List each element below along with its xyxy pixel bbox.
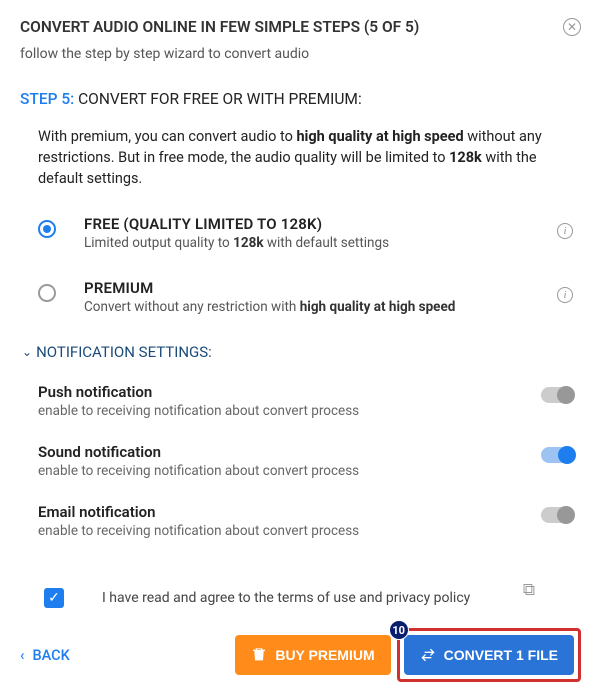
notif-email-desc: enable to receiving notification about c…: [38, 523, 541, 539]
step-heading: STEP 5: CONVERT FOR FREE OR WITH PREMIUM…: [20, 90, 581, 108]
notif-email-row: Email notification enable to receiving n…: [38, 503, 573, 539]
bag-icon: [251, 647, 267, 663]
info-icon[interactable]: i: [557, 287, 573, 303]
buy-premium-button[interactable]: BUY PREMIUM: [235, 635, 390, 675]
radio-free[interactable]: [38, 220, 56, 238]
info-icon[interactable]: i: [557, 223, 573, 239]
step-number: STEP 5:: [20, 90, 74, 108]
notif-sound-row: Sound notification enable to receiving n…: [38, 443, 573, 479]
scroll-area[interactable]: With premium, you can convert audio to h…: [20, 126, 581, 574]
agree-checkbox[interactable]: ✓: [44, 588, 64, 608]
convert-highlight: 10 CONVERT 1 FILE: [397, 628, 581, 682]
swap-icon: [420, 647, 436, 663]
notif-sound-title: Sound notification: [38, 443, 541, 461]
footer: ‹ BACK BUY PREMIUM 10 CONVERT 1 FILE: [20, 628, 581, 682]
agree-text: I have read and agree to the terms of us…: [102, 590, 470, 606]
close-icon: ✕: [567, 21, 577, 33]
option-free[interactable]: FREE (QUALITY LIMITED TO 128K) Limited o…: [38, 215, 573, 251]
notif-push-title: Push notification: [38, 383, 541, 401]
chevron-down-icon: ⌄: [22, 345, 32, 359]
notif-push-row: Push notification enable to receiving no…: [38, 383, 573, 419]
step-badge: 10: [389, 620, 409, 640]
intro-text: With premium, you can convert audio to h…: [38, 126, 573, 189]
close-button[interactable]: ✕: [563, 18, 581, 36]
external-link-icon[interactable]: ⧉: [523, 580, 535, 600]
toggle-sound[interactable]: [541, 447, 573, 463]
option-premium[interactable]: PREMIUM Convert without any restriction …: [38, 279, 573, 315]
notif-sound-desc: enable to receiving notification about c…: [38, 463, 541, 479]
option-premium-desc: Convert without any restriction with hig…: [84, 299, 529, 315]
notif-push-desc: enable to receiving notification about c…: [38, 403, 541, 419]
wizard-modal: ✕ CONVERT AUDIO ONLINE IN FEW SIMPLE STE…: [0, 0, 601, 698]
option-free-title: FREE (QUALITY LIMITED TO 128K): [84, 215, 529, 233]
radio-premium[interactable]: [38, 284, 56, 302]
modal-title: CONVERT AUDIO ONLINE IN FEW SIMPLE STEPS…: [20, 18, 581, 36]
option-premium-title: PREMIUM: [84, 279, 529, 297]
notif-email-title: Email notification: [38, 503, 541, 521]
agree-row: ✓ I have read and agree to the terms of …: [44, 588, 581, 608]
chevron-left-icon: ‹: [20, 647, 24, 664]
option-free-desc: Limited output quality to 128k with defa…: [84, 235, 529, 251]
toggle-email[interactable]: [541, 507, 573, 523]
toggle-push[interactable]: [541, 387, 573, 403]
convert-button[interactable]: CONVERT 1 FILE: [404, 635, 574, 675]
back-button[interactable]: ‹ BACK: [20, 647, 70, 664]
step-title: CONVERT FOR FREE OR WITH PREMIUM:: [74, 90, 361, 108]
modal-subtitle: follow the step by step wizard to conver…: [20, 46, 581, 62]
notification-section-header[interactable]: ⌄ NOTIFICATION SETTINGS:: [22, 343, 573, 361]
